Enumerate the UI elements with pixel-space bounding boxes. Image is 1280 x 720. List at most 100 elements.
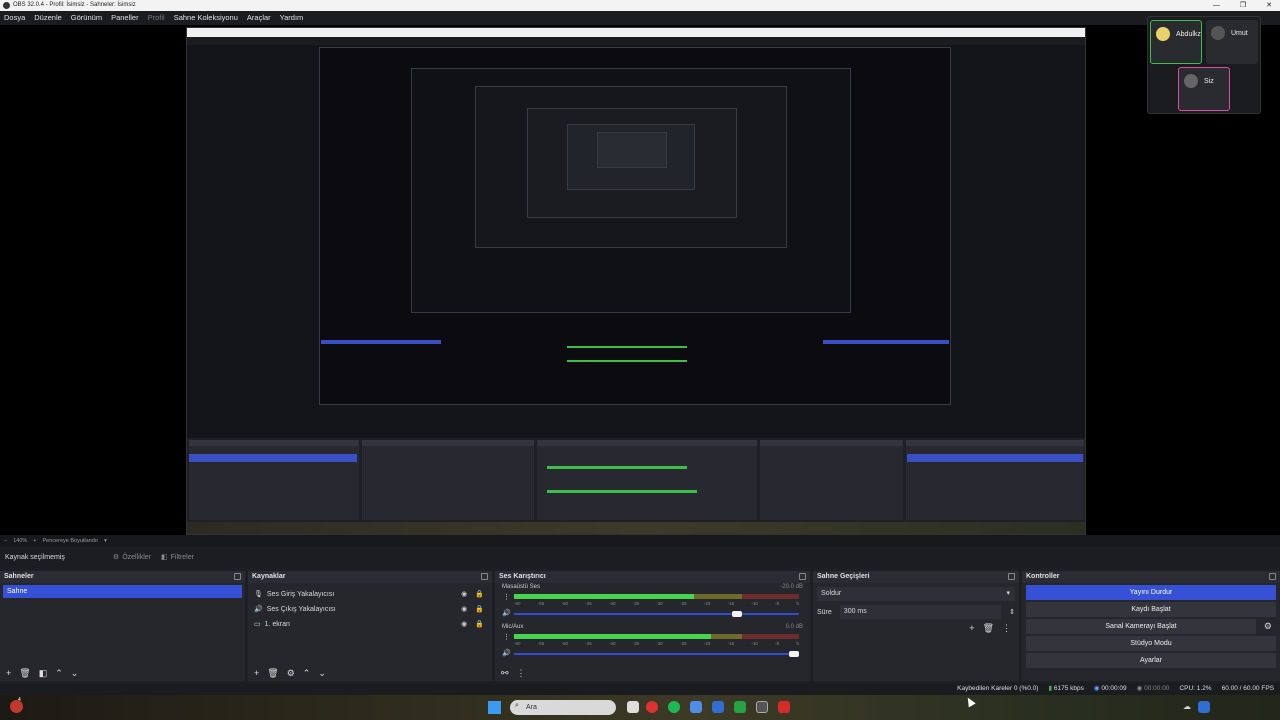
source-toolbar: Kaynak seçilmemiş ⚙ Özellikler ◧ Filtrel… xyxy=(0,548,1280,568)
volume-slider[interactable] xyxy=(514,651,799,657)
app-icon[interactable] xyxy=(712,701,724,713)
menu-araclar[interactable]: Araçlar xyxy=(247,11,271,25)
speaker-icon[interactable]: 🔊 xyxy=(502,649,511,657)
menu-dosya[interactable]: Dosya xyxy=(4,11,25,25)
trash-icon[interactable]: 🗑 xyxy=(19,668,30,679)
obs-taskbar-icon[interactable] xyxy=(10,700,23,713)
zoom-out-icon[interactable]: − xyxy=(4,535,7,547)
participant-tile[interactable]: Abdulkz xyxy=(1150,20,1202,64)
zoom-mode[interactable]: Pencereye Boyutlandır xyxy=(43,535,99,547)
notification-badge: 4 xyxy=(18,697,21,703)
move-up-icon[interactable]: ⌃ xyxy=(303,668,311,679)
obs-app-icon[interactable] xyxy=(756,701,768,713)
zoom-in-icon[interactable]: + xyxy=(33,535,36,547)
move-up-icon[interactable]: ⌃ xyxy=(55,668,63,679)
preview-canvas[interactable] xyxy=(0,25,1280,535)
stream-time: 00:00:09 xyxy=(1101,685,1127,692)
more-icon[interactable]: ⋮ xyxy=(503,633,510,641)
windows-start-icon[interactable] xyxy=(488,701,501,714)
channel-name: Mic/Aux xyxy=(502,624,524,630)
start-virtual-camera-button[interactable]: Sanal Kamerayı Başlat xyxy=(1026,619,1256,634)
menu-gorunum[interactable]: Görünüm xyxy=(71,11,102,25)
captured-docks xyxy=(187,438,1085,522)
more-icon[interactable]: ⋮ xyxy=(1002,623,1011,634)
captured-meter xyxy=(547,466,687,469)
link-icon[interactable]: ⚯ xyxy=(501,668,509,679)
menu-duzenle[interactable]: Düzenle xyxy=(34,11,62,25)
search-icon: ⌕ xyxy=(515,702,519,709)
stepper-icon[interactable]: ⇕ xyxy=(1009,608,1015,616)
scene-item[interactable]: Sahne xyxy=(3,585,242,598)
lock-icon[interactable]: 🔒 xyxy=(475,602,484,617)
add-icon[interactable]: + xyxy=(6,668,11,678)
participant-tile[interactable]: Siz xyxy=(1178,67,1230,111)
settings-button[interactable]: Ayarlar xyxy=(1026,653,1276,668)
lock-icon[interactable]: 🔒 xyxy=(475,587,484,602)
microphone-icon: 🎙 xyxy=(254,591,263,598)
browser-icon[interactable] xyxy=(690,701,702,713)
minimize-button[interactable]: — xyxy=(1213,0,1220,11)
transition-select[interactable]: Soldur ▾ xyxy=(817,587,1015,601)
tray-icon[interactable]: ☁ xyxy=(1183,702,1191,711)
move-down-icon[interactable]: ⌄ xyxy=(318,668,326,679)
filter-icon[interactable]: ◧ xyxy=(39,668,48,679)
mixer-channel: Mic/Aux 0.0 dB ⋮ -60 -55 -50 -45 -40 -35 -30 -2… xyxy=(498,623,807,663)
trash-icon[interactable]: 🗑 xyxy=(267,668,278,679)
whatsapp-icon[interactable] xyxy=(734,701,746,713)
move-down-icon[interactable]: ⌄ xyxy=(71,668,79,679)
undock-icon[interactable] xyxy=(481,573,488,580)
filters-button[interactable]: ◧ Filtreler xyxy=(161,548,194,568)
stop-streaming-button[interactable]: Yayını Durdur xyxy=(1026,585,1276,600)
more-icon[interactable]: ⋮ xyxy=(503,593,510,601)
speaker-icon: 🔊 xyxy=(254,606,263,613)
gear-icon[interactable]: ⚙ xyxy=(287,668,295,679)
eye-icon[interactable]: ◉ xyxy=(461,602,467,617)
duration-input[interactable]: 300 ms xyxy=(839,605,1002,619)
slider-knob[interactable] xyxy=(789,651,799,657)
close-button[interactable]: ✕ xyxy=(1266,0,1272,11)
menu-yardim[interactable]: Yardım xyxy=(280,11,304,25)
speaker-icon[interactable]: 🔊 xyxy=(502,609,511,617)
opera-icon[interactable] xyxy=(646,701,658,713)
gear-icon[interactable]: ⚙ xyxy=(1264,621,1272,632)
more-icon[interactable]: ⋮ xyxy=(517,668,526,679)
source-item[interactable]: 🔊 Ses Çıkış Yakalayıcısı ◉ 🔒 xyxy=(248,602,492,617)
microphone-icon[interactable] xyxy=(1198,701,1210,713)
slider-knob[interactable] xyxy=(732,611,742,617)
channel-db: -20.0 dB xyxy=(780,584,803,590)
gear-icon: ⚙ xyxy=(112,554,120,561)
source-label: 1. ekran xyxy=(264,621,290,628)
add-icon[interactable]: + xyxy=(969,623,974,634)
undock-icon[interactable] xyxy=(1269,573,1276,580)
trash-icon[interactable]: 🗑 xyxy=(983,623,994,634)
chevron-down-icon[interactable]: ▾ xyxy=(104,535,107,547)
studio-mode-button[interactable]: Stüdyo Modu xyxy=(1026,636,1276,651)
app-icon[interactable] xyxy=(778,701,790,713)
dock-title: Sahneler xyxy=(4,573,34,580)
start-recording-button[interactable]: Kaydı Başlat xyxy=(1026,602,1276,617)
undock-icon[interactable] xyxy=(799,573,806,580)
captured-meter xyxy=(547,490,697,493)
participant-tile[interactable]: Umut xyxy=(1206,20,1258,64)
spotify-icon[interactable] xyxy=(668,701,680,713)
search-input[interactable]: Ara xyxy=(510,700,616,715)
menu-paneller[interactable]: Paneller xyxy=(111,11,139,25)
menu-profil[interactable]: Profil xyxy=(148,11,165,25)
scale-tick: -20 xyxy=(703,641,711,646)
lock-icon[interactable]: 🔒 xyxy=(475,617,484,632)
volume-slider[interactable] xyxy=(514,611,799,617)
bitrate: 6175 kbps xyxy=(1053,685,1084,692)
maximize-button[interactable]: ❐ xyxy=(1240,0,1246,11)
source-item[interactable]: ▭ 1. ekran ◉ 🔒 xyxy=(248,617,492,632)
window-titlebar: OBS 32.0.4 - Profil: İsimsiz - Sahneler:… xyxy=(0,0,1280,11)
properties-button[interactable]: ⚙ Özellikler xyxy=(113,548,151,568)
eye-icon[interactable]: ◉ xyxy=(461,617,467,632)
dock-header: Kaynaklar xyxy=(248,571,492,583)
source-item[interactable]: 🎙 Ses Giriş Yakalayıcısı ◉ 🔒 xyxy=(248,587,492,602)
task-view-icon[interactable] xyxy=(627,701,639,713)
add-icon[interactable]: + xyxy=(254,668,259,678)
eye-icon[interactable]: ◉ xyxy=(461,587,467,602)
undock-icon[interactable] xyxy=(234,573,241,580)
menu-sahne-koleksiyonu[interactable]: Sahne Koleksiyonu xyxy=(174,11,238,25)
undock-icon[interactable] xyxy=(1008,573,1015,580)
